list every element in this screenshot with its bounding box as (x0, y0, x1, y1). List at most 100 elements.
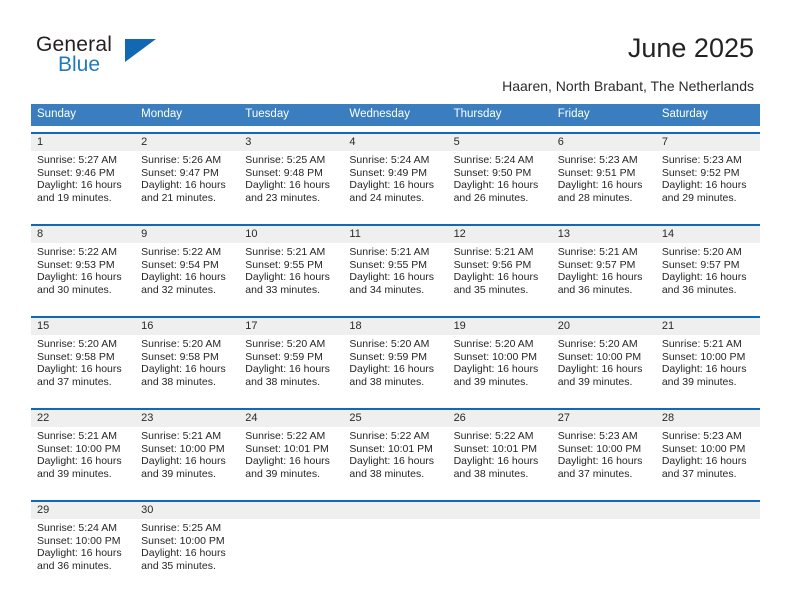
day-details: Sunrise: 5:21 AM Sunset: 9:57 PM Daylight:… (552, 243, 656, 296)
calendar-day-cell[interactable]: 24 Sunrise: 5:22 AM Sunset: 10:01 PM Daylig… (239, 410, 344, 494)
sunrise-time: Sunrise: 5:22 AM (141, 246, 222, 258)
daylight-duration-line1: Daylight: 16 hours (245, 271, 330, 284)
calendar-day-cell[interactable]: 30 Sunrise: 5:25 AM Sunset: 10:00 PM Daylig… (135, 502, 240, 586)
calendar-week-row: 15 Sunrise: 5:20 AM Sunset: 9:58 PM Dayligh… (31, 316, 760, 402)
calendar-day-cell[interactable]: 25 Sunrise: 5:22 AM Sunset: 10:01 PM Daylig… (343, 410, 448, 494)
sunset-time: Sunset: 9:49 PM (349, 166, 428, 179)
sunset-time: Sunset: 10:00 PM (661, 350, 746, 363)
day-details: Sunrise: 5:21 AM Sunset: 10:00 PM Daylight… (135, 427, 239, 480)
sunset-time: Sunset: 10:00 PM (37, 534, 121, 547)
calendar-day-cell[interactable]: 18 Sunrise: 5:20 AM Sunset: 9:59 PM Dayligh… (343, 318, 448, 402)
weekday-header-monday: Monday (141, 108, 183, 120)
sunset-time: Sunset: 9:57 PM (557, 258, 636, 271)
page-subtitle-location: Haaren, North Brabant, The Netherlands (502, 78, 754, 94)
day-number: 19 (447, 318, 552, 335)
sunset-time: Sunset: 10:00 PM (453, 350, 538, 363)
daylight-duration-line2: and 30 minutes. (37, 283, 112, 296)
day-details: Sunrise: 5:22 AM Sunset: 9:53 PM Daylight:… (31, 243, 135, 296)
sunrise-time: Sunrise: 5:20 AM (661, 246, 742, 258)
daylight-duration-line2: and 39 minutes. (661, 375, 737, 388)
calendar-day-cell[interactable]: 5 Sunrise: 5:24 AM Sunset: 9:50 PM Daylight… (447, 134, 552, 218)
daylight-duration-line1: Daylight: 16 hours (661, 363, 747, 376)
day-details: Sunrise: 5:20 AM Sunset: 10:00 PM Daylight… (552, 335, 656, 388)
calendar-day-cell[interactable]: 20 Sunrise: 5:20 AM Sunset: 10:00 PM Daylig… (551, 318, 656, 402)
daylight-duration-line2: and 24 minutes. (349, 191, 425, 204)
calendar-day-cell[interactable]: 19 Sunrise: 5:20 AM Sunset: 10:00 PM Daylig… (447, 318, 552, 402)
sunset-time: Sunset: 9:56 PM (453, 258, 532, 271)
day-details: Sunrise: 5:23 AM Sunset: 10:00 PM Daylight… (552, 427, 656, 480)
calendar-day-cell[interactable]: 14 Sunrise: 5:20 AM Sunset: 9:57 PM Dayligh… (655, 226, 760, 310)
daylight-duration-line1: Daylight: 16 hours (37, 179, 122, 192)
calendar-day-cell[interactable]: 28 Sunrise: 5:23 AM Sunset: 10:00 PM Daylig… (655, 410, 760, 494)
sunset-time: Sunset: 10:00 PM (557, 350, 642, 363)
sunset-time: Sunset: 9:53 PM (37, 258, 115, 271)
calendar-day-cell[interactable]: 16 Sunrise: 5:20 AM Sunset: 9:58 PM Dayligh… (135, 318, 240, 402)
sunrise-time: Sunrise: 5:20 AM (37, 338, 117, 350)
sunrise-time: Sunrise: 5:20 AM (141, 338, 222, 350)
day-number: 24 (239, 410, 344, 427)
calendar-day-cell-empty (447, 502, 552, 586)
calendar-day-cell[interactable]: 11 Sunrise: 5:21 AM Sunset: 9:55 PM Dayligh… (343, 226, 448, 310)
calendar-day-cell[interactable]: 1 Sunrise: 5:27 AM Sunset: 9:46 PM Daylight… (31, 134, 136, 218)
day-number: 2 (135, 134, 240, 151)
calendar-day-cell[interactable]: 10 Sunrise: 5:21 AM Sunset: 9:55 PM Dayligh… (239, 226, 344, 310)
day-number: 21 (655, 318, 760, 335)
sunset-time: Sunset: 10:01 PM (245, 442, 329, 455)
day-number: 15 (31, 318, 136, 335)
sunrise-time: Sunrise: 5:22 AM (453, 430, 534, 442)
calendar-day-cell[interactable]: 6 Sunrise: 5:23 AM Sunset: 9:51 PM Daylight… (551, 134, 656, 218)
day-number: 13 (551, 226, 656, 243)
day-number: 12 (447, 226, 552, 243)
sunrise-time: Sunrise: 5:22 AM (37, 246, 117, 258)
calendar-week-row: 8 Sunrise: 5:22 AM Sunset: 9:53 PM Daylight… (31, 224, 760, 310)
calendar-day-cell[interactable]: 7 Sunrise: 5:23 AM Sunset: 9:52 PM Daylight… (655, 134, 760, 218)
calendar-day-cell[interactable]: 23 Sunrise: 5:21 AM Sunset: 10:00 PM Daylig… (135, 410, 240, 494)
weekday-header-row: Sunday Monday Tuesday Wednesday Thursday… (31, 104, 760, 126)
sunset-time: Sunset: 10:01 PM (349, 442, 433, 455)
calendar-day-cell[interactable]: 26 Sunrise: 5:22 AM Sunset: 10:01 PM Daylig… (447, 410, 552, 494)
calendar-day-cell[interactable]: 21 Sunrise: 5:21 AM Sunset: 10:00 PM Daylig… (655, 318, 760, 402)
calendar-day-cell[interactable]: 29 Sunrise: 5:24 AM Sunset: 10:00 PM Daylig… (31, 502, 136, 586)
calendar-day-cell[interactable]: 15 Sunrise: 5:20 AM Sunset: 9:58 PM Dayligh… (31, 318, 136, 402)
sunset-time: Sunset: 9:57 PM (661, 258, 740, 271)
calendar-day-cell[interactable]: 2 Sunrise: 5:26 AM Sunset: 9:47 PM Daylight… (135, 134, 240, 218)
sunrise-time: Sunrise: 5:20 AM (557, 338, 638, 350)
day-details: Sunrise: 5:22 AM Sunset: 10:01 PM Daylight… (343, 427, 447, 480)
general-blue-logo[interactable]: General Blue (36, 33, 156, 81)
calendar-day-cell[interactable]: 3 Sunrise: 5:25 AM Sunset: 9:48 PM Daylight… (239, 134, 344, 218)
daylight-duration-line1: Daylight: 16 hours (557, 179, 643, 192)
day-details: Sunrise: 5:27 AM Sunset: 9:46 PM Daylight:… (31, 151, 135, 204)
sunset-time: Sunset: 9:54 PM (141, 258, 219, 271)
daylight-duration-line2: and 29 minutes. (661, 191, 737, 204)
calendar-day-cell[interactable]: 9 Sunrise: 5:22 AM Sunset: 9:54 PM Daylight… (135, 226, 240, 310)
daylight-duration-line1: Daylight: 16 hours (245, 455, 330, 468)
calendar-day-cell[interactable]: 17 Sunrise: 5:20 AM Sunset: 9:59 PM Dayligh… (239, 318, 344, 402)
day-number: 29 (31, 502, 136, 519)
sunset-time: Sunset: 9:59 PM (245, 350, 323, 363)
day-number: 22 (31, 410, 136, 427)
calendar-day-cell[interactable]: 8 Sunrise: 5:22 AM Sunset: 9:53 PM Daylight… (31, 226, 136, 310)
daylight-duration-line2: and 35 minutes. (141, 559, 216, 572)
day-details (343, 519, 447, 522)
sunset-time: Sunset: 9:46 PM (37, 166, 115, 179)
day-details: Sunrise: 5:21 AM Sunset: 9:56 PM Daylight:… (448, 243, 552, 296)
day-number: 11 (343, 226, 448, 243)
calendar-day-cell[interactable]: 27 Sunrise: 5:23 AM Sunset: 10:00 PM Daylig… (551, 410, 656, 494)
calendar-day-cell[interactable]: 4 Sunrise: 5:24 AM Sunset: 9:49 PM Daylight… (343, 134, 448, 218)
calendar-day-cell[interactable]: 13 Sunrise: 5:21 AM Sunset: 9:57 PM Dayligh… (551, 226, 656, 310)
sunset-time: Sunset: 9:59 PM (349, 350, 428, 363)
daylight-duration-line2: and 39 minutes. (453, 375, 529, 388)
daylight-duration-line2: and 36 minutes. (37, 559, 112, 572)
day-number (447, 502, 552, 519)
day-number: 20 (551, 318, 656, 335)
calendar-day-cell[interactable]: 12 Sunrise: 5:21 AM Sunset: 9:56 PM Dayligh… (447, 226, 552, 310)
sunrise-time: Sunrise: 5:27 AM (37, 154, 117, 166)
daylight-duration-line1: Daylight: 16 hours (349, 363, 435, 376)
day-details: Sunrise: 5:23 AM Sunset: 9:52 PM Daylight:… (656, 151, 760, 204)
weekday-header-saturday: Saturday (661, 108, 708, 120)
calendar-day-cell-empty (551, 502, 656, 586)
day-details: Sunrise: 5:21 AM Sunset: 9:55 PM Daylight:… (239, 243, 343, 296)
calendar-day-cell[interactable]: 22 Sunrise: 5:21 AM Sunset: 10:00 PM Daylig… (31, 410, 136, 494)
daylight-duration-line2: and 33 minutes. (245, 283, 320, 296)
daylight-duration-line1: Daylight: 16 hours (453, 271, 539, 284)
